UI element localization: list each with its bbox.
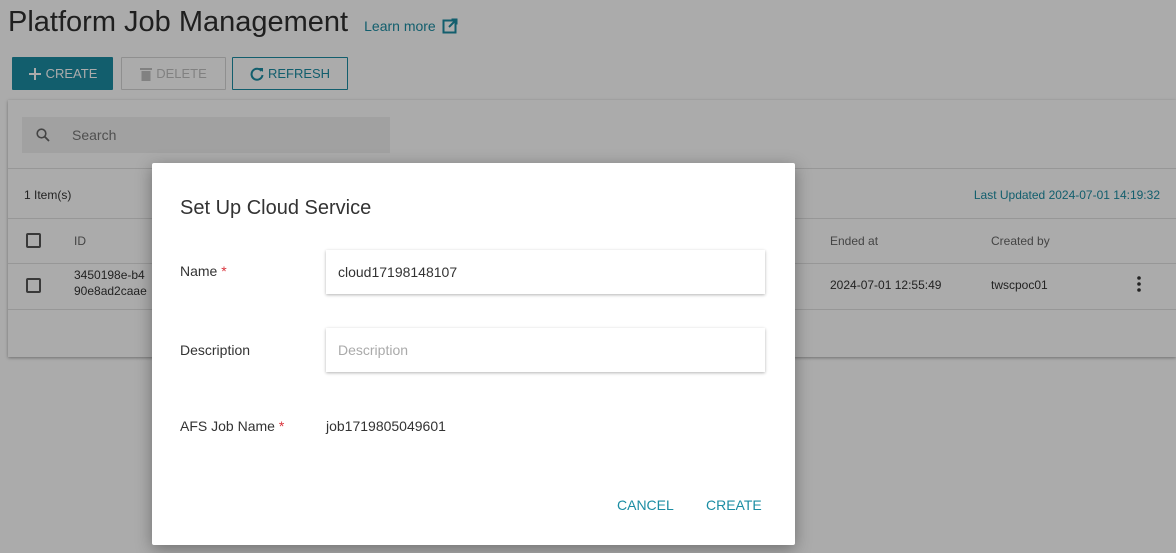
afs-job-name-value: job1719805049601: [326, 418, 446, 434]
name-label-text: Name: [180, 263, 218, 279]
set-up-cloud-service-dialog: Set Up Cloud Service Name * Description …: [152, 163, 795, 545]
afs-job-name-label-text: AFS Job Name: [180, 418, 275, 434]
name-input[interactable]: [326, 250, 765, 294]
name-label: Name *: [180, 263, 227, 279]
required-mark: *: [221, 263, 227, 279]
dialog-title: Set Up Cloud Service: [180, 197, 372, 219]
afs-job-name-label: AFS Job Name *: [180, 418, 284, 434]
description-label: Description: [180, 342, 251, 358]
dialog-create-button[interactable]: CREATE: [706, 497, 762, 513]
description-input[interactable]: [326, 328, 765, 372]
required-mark: *: [278, 418, 285, 434]
cancel-button[interactable]: CANCEL: [617, 497, 674, 513]
